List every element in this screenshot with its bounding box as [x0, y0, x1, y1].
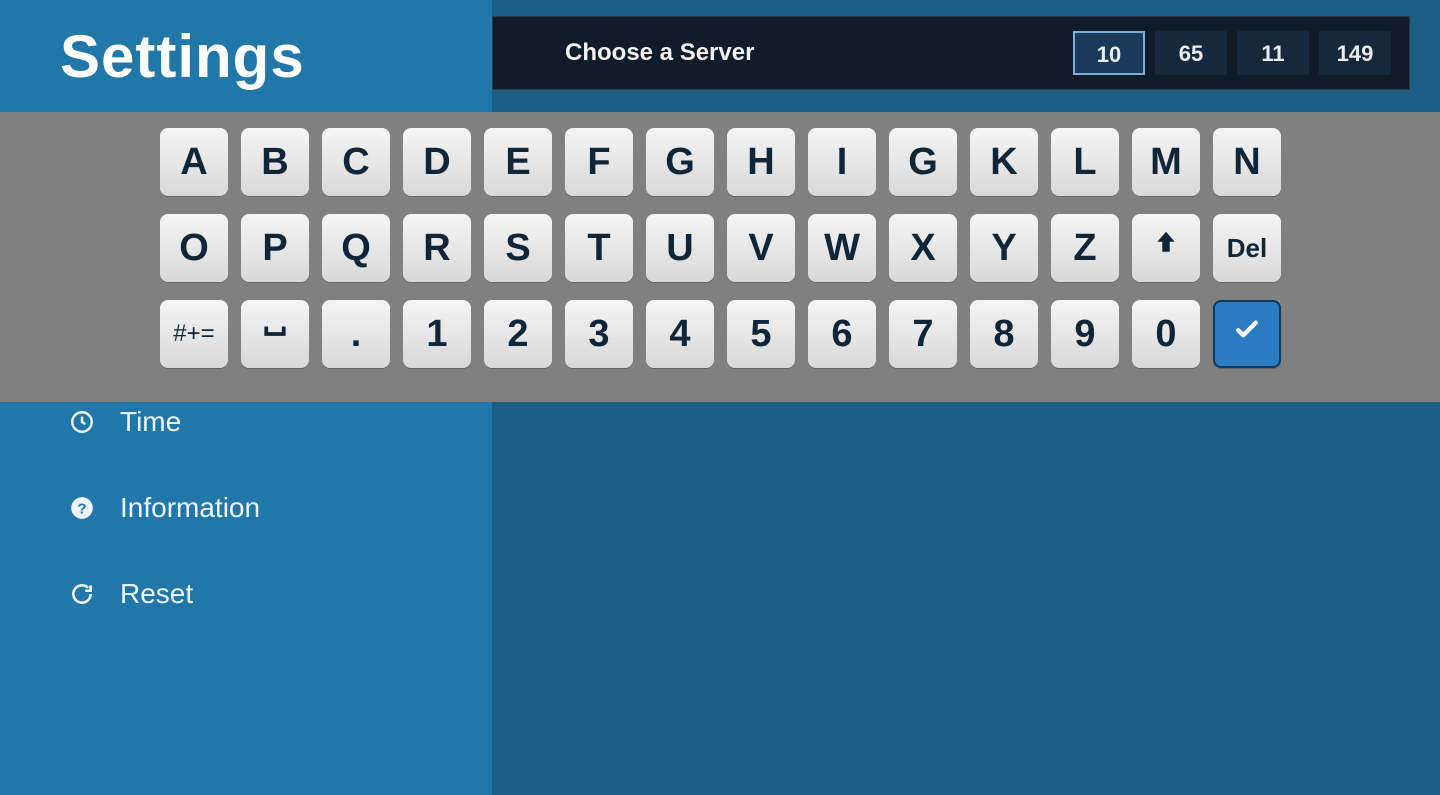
on-screen-keyboard: A B C D E F G H I G K L M N O P Q R S T … [0, 112, 1440, 402]
sidebar-nav: Time ? Information Reset [68, 406, 260, 664]
check-icon [1232, 312, 1262, 356]
key-9[interactable]: 9 [1051, 300, 1119, 368]
key-h[interactable]: H [727, 128, 795, 196]
key-4[interactable]: 4 [646, 300, 714, 368]
sidebar-item-label: Reset [120, 578, 193, 610]
ip-octet-1[interactable]: 10 [1073, 31, 1145, 75]
key-0[interactable]: 0 [1132, 300, 1200, 368]
key-o[interactable]: O [160, 214, 228, 282]
key-i[interactable]: I [808, 128, 876, 196]
key-e[interactable]: E [484, 128, 552, 196]
key-g-2[interactable]: G [889, 128, 957, 196]
ip-octet-2[interactable]: 65 [1155, 31, 1227, 75]
key-q[interactable]: Q [322, 214, 390, 282]
key-s[interactable]: S [484, 214, 552, 282]
key-space[interactable] [241, 300, 309, 368]
key-8[interactable]: 8 [970, 300, 1038, 368]
key-a[interactable]: A [160, 128, 228, 196]
ip-octet-4[interactable]: 149 [1319, 31, 1391, 75]
key-d[interactable]: D [403, 128, 471, 196]
key-b[interactable]: B [241, 128, 309, 196]
key-u[interactable]: U [646, 214, 714, 282]
key-confirm[interactable] [1213, 300, 1281, 368]
key-2[interactable]: 2 [484, 300, 552, 368]
key-k[interactable]: K [970, 128, 1038, 196]
keyboard-row-1: A B C D E F G H I G K L M N [160, 128, 1310, 196]
key-x[interactable]: X [889, 214, 957, 282]
clock-icon [68, 408, 96, 436]
key-delete[interactable]: Del [1213, 214, 1281, 282]
arrow-up-icon [1151, 226, 1181, 270]
key-y[interactable]: Y [970, 214, 1038, 282]
key-symbols[interactable]: #+= [160, 300, 228, 368]
key-f[interactable]: F [565, 128, 633, 196]
refresh-icon [68, 580, 96, 608]
page-title: Settings [60, 22, 305, 91]
help-icon: ? [68, 494, 96, 522]
key-c[interactable]: C [322, 128, 390, 196]
sidebar-item-information[interactable]: ? Information [68, 492, 260, 524]
key-l[interactable]: L [1051, 128, 1119, 196]
key-g[interactable]: G [646, 128, 714, 196]
key-6[interactable]: 6 [808, 300, 876, 368]
key-p[interactable]: P [241, 214, 309, 282]
space-icon [260, 312, 290, 356]
sidebar-item-label: Time [120, 406, 181, 438]
key-r[interactable]: R [403, 214, 471, 282]
ip-fields: 10 65 11 149 [1073, 31, 1391, 75]
key-w[interactable]: W [808, 214, 876, 282]
sidebar-item-reset[interactable]: Reset [68, 578, 260, 610]
key-t[interactable]: T [565, 214, 633, 282]
key-n[interactable]: N [1213, 128, 1281, 196]
key-z[interactable]: Z [1051, 214, 1119, 282]
keyboard-row-2: O P Q R S T U V W X Y Z Del [160, 214, 1310, 282]
svg-text:?: ? [77, 500, 86, 517]
key-1[interactable]: 1 [403, 300, 471, 368]
key-shift [1132, 214, 1200, 282]
sidebar-item-label: Information [120, 492, 260, 524]
server-prompt: Choose a Server [565, 39, 1073, 67]
key-3[interactable]: 3 [565, 300, 633, 368]
key-5[interactable]: 5 [727, 300, 795, 368]
server-topbar: Choose a Server 10 65 11 149 [492, 16, 1410, 90]
key-dot[interactable]: . [322, 300, 390, 368]
keyboard-row-3: #+= . 1 2 3 4 5 6 7 8 9 0 [160, 300, 1310, 368]
ip-octet-3[interactable]: 11 [1237, 31, 1309, 75]
key-v[interactable]: V [727, 214, 795, 282]
key-m[interactable]: M [1132, 128, 1200, 196]
key-7[interactable]: 7 [889, 300, 957, 368]
sidebar-item-time[interactable]: Time [68, 406, 260, 438]
